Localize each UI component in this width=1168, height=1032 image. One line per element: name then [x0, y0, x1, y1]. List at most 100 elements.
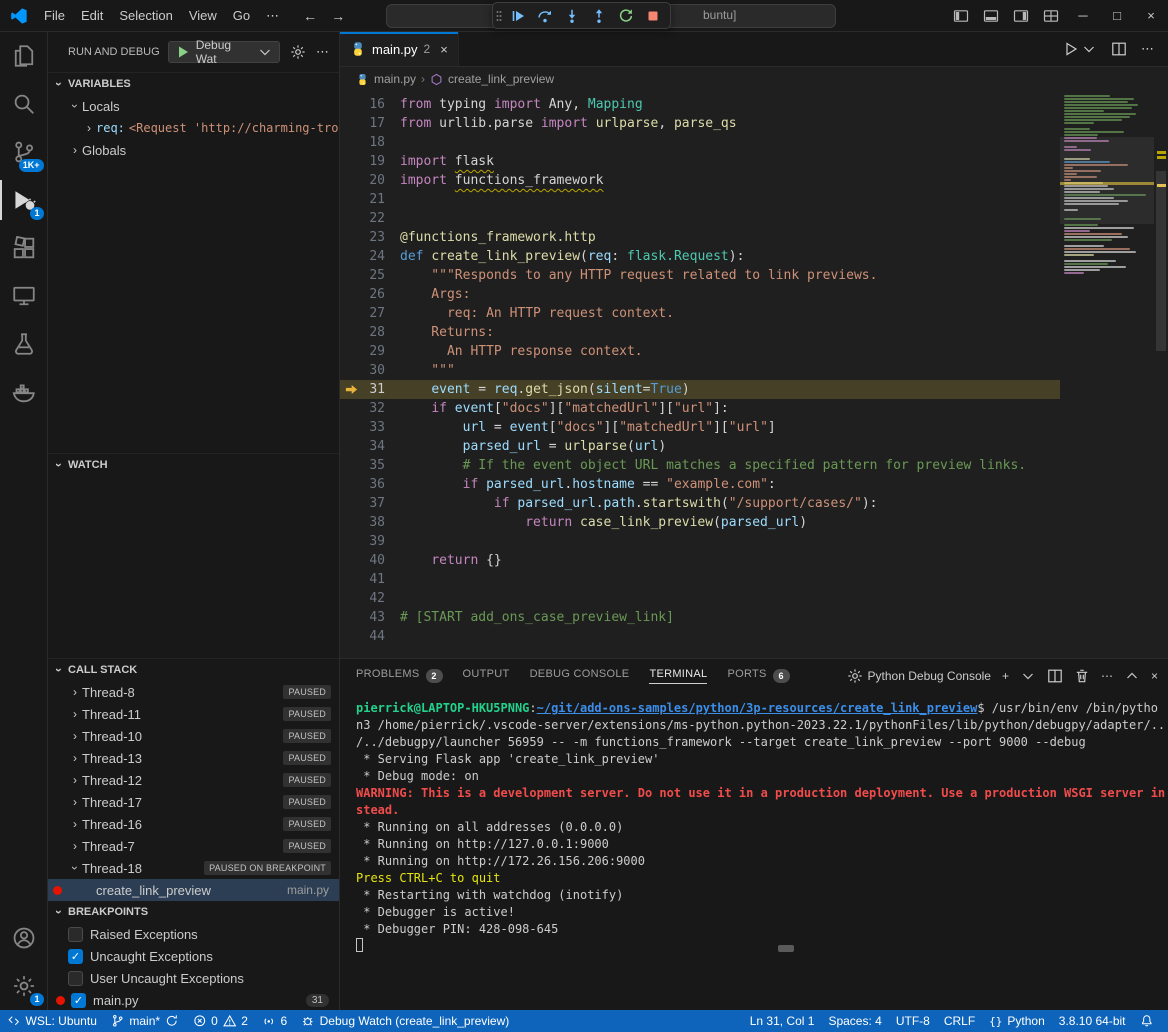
line-number[interactable]: 36	[362, 475, 400, 494]
gutter-glyph[interactable]	[340, 513, 362, 532]
variables-header[interactable]: › VARIABLES	[48, 73, 339, 95]
line-number[interactable]: 22	[362, 209, 400, 228]
line-number[interactable]: 24	[362, 247, 400, 266]
gutter-glyph[interactable]	[340, 456, 362, 475]
code-line-33[interactable]: 33 url = event["docs"]["matchedUrl"]["ur…	[340, 418, 1060, 437]
current-line-arrow-icon[interactable]	[340, 380, 362, 399]
activity-settings[interactable]: 1	[0, 962, 48, 1010]
ports-status[interactable]: 6	[255, 1010, 294, 1032]
gutter-glyph[interactable]	[340, 589, 362, 608]
variables-scope-globals[interactable]: › Globals	[48, 139, 339, 161]
activity-accounts[interactable]	[0, 914, 48, 962]
step-into-button[interactable]	[560, 4, 584, 27]
line-number[interactable]: 41	[362, 570, 400, 589]
code-line-26[interactable]: 26 Args:	[340, 285, 1060, 304]
drag-grip-icon[interactable]	[495, 8, 503, 24]
tab-main-py[interactable]: main.py 2 ×	[340, 32, 459, 66]
breadcrumb-symbol[interactable]: create_link_preview	[448, 72, 554, 86]
gutter-glyph[interactable]	[340, 114, 362, 133]
toggle-panel-icon[interactable]	[976, 0, 1006, 32]
menu-selection[interactable]: Selection	[111, 0, 180, 31]
terminal-output[interactable]: pierrick@LAPTOP-HKU5PNNG:~/git/add-ons-s…	[340, 693, 1168, 1010]
gutter-glyph[interactable]	[340, 399, 362, 418]
code-line-21[interactable]: 21	[340, 190, 1060, 209]
callstack-thread-row[interactable]: ›Thread-12PAUSED	[48, 769, 339, 791]
go-back-button[interactable]: ←	[303, 8, 317, 24]
minimap-slider[interactable]	[1060, 137, 1154, 224]
cursor-position[interactable]: Ln 31, Col 1	[743, 1010, 822, 1032]
code-line-28[interactable]: 28 Returns:	[340, 323, 1060, 342]
activity-run-and-debug[interactable]: 1	[0, 176, 48, 224]
line-number[interactable]: 23	[362, 228, 400, 247]
minimap[interactable]	[1060, 91, 1154, 658]
code-line-17[interactable]: 17from urllib.parse import urlparse, par…	[340, 114, 1060, 133]
kill-terminal-icon[interactable]	[1074, 668, 1090, 684]
call-stack-header[interactable]: › CALL STACK	[48, 659, 339, 681]
breakpoint-row[interactable]: Raised Exceptions	[48, 923, 339, 945]
breakpoint-checkbox[interactable]: ✓	[71, 993, 86, 1008]
debug-config-picker[interactable]: Debug Wat	[168, 41, 280, 63]
code-line-27[interactable]: 27 req: An HTTP request context.	[340, 304, 1060, 323]
stack-frame-row[interactable]: create_link_previewmain.py	[48, 879, 339, 901]
callstack-thread-row[interactable]: ›Thread-18PAUSED ON BREAKPOINT	[48, 857, 339, 879]
code-line-23[interactable]: 23@functions_framework.http	[340, 228, 1060, 247]
panel-tab-terminal[interactable]: TERMINAL	[649, 668, 707, 684]
gutter-glyph[interactable]	[340, 171, 362, 190]
line-number[interactable]: 16	[362, 95, 400, 114]
line-number[interactable]: 17	[362, 114, 400, 133]
line-number[interactable]: 42	[362, 589, 400, 608]
continue-button[interactable]	[506, 4, 530, 27]
panel-more-actions-icon[interactable]: ⋯	[1101, 669, 1113, 683]
breakpoint-checkbox[interactable]	[68, 971, 83, 986]
code-line-18[interactable]: 18	[340, 133, 1060, 152]
activity-testing[interactable]	[0, 320, 48, 368]
line-number[interactable]: 43	[362, 608, 400, 627]
breakpoint-row[interactable]: ✓main.py31	[48, 989, 339, 1011]
terminal-scrollbar-thumb[interactable]	[778, 945, 794, 952]
code-line-36[interactable]: 36 if parsed_url.hostname == "example.co…	[340, 475, 1060, 494]
code-line-34[interactable]: 34 parsed_url = urlparse(url)	[340, 437, 1060, 456]
line-number[interactable]: 30	[362, 361, 400, 380]
gutter-glyph[interactable]	[340, 475, 362, 494]
line-number[interactable]: 27	[362, 304, 400, 323]
code-line-42[interactable]: 42	[340, 589, 1060, 608]
line-number[interactable]: 20	[362, 171, 400, 190]
activity-source-control[interactable]: 1K+	[0, 128, 48, 176]
line-number[interactable]: 26	[362, 285, 400, 304]
step-out-button[interactable]	[587, 4, 611, 27]
gutter-glyph[interactable]	[340, 247, 362, 266]
activity-extensions[interactable]	[0, 224, 48, 272]
gutter-glyph[interactable]	[340, 532, 362, 551]
breakpoint-row[interactable]: ✓Uncaught Exceptions	[48, 945, 339, 967]
code-line-30[interactable]: 30 """	[340, 361, 1060, 380]
menu-go[interactable]: Go	[225, 0, 258, 31]
run-dropdown-icon[interactable]	[1081, 41, 1097, 57]
notifications[interactable]	[1133, 1010, 1161, 1032]
code-line-20[interactable]: 20import functions_framework	[340, 171, 1060, 190]
code-line-44[interactable]: 44	[340, 627, 1060, 646]
maximize-button[interactable]: □	[1100, 0, 1134, 32]
line-number[interactable]: 31	[362, 380, 400, 399]
terminal-instance[interactable]: Python Debug Console	[847, 668, 991, 684]
callstack-thread-row[interactable]: ›Thread-16PAUSED	[48, 813, 339, 835]
panel-tab-problems[interactable]: PROBLEMS2	[356, 668, 443, 684]
gutter-glyph[interactable]	[340, 209, 362, 228]
remote-indicator[interactable]: WSL: Ubuntu	[0, 1010, 104, 1032]
branch-status[interactable]: main*	[104, 1010, 186, 1032]
activity-search[interactable]	[0, 80, 48, 128]
more-actions-icon[interactable]: ⋯	[316, 44, 329, 60]
toggle-sidebar-icon[interactable]	[946, 0, 976, 32]
callstack-thread-row[interactable]: ›Thread-8PAUSED	[48, 681, 339, 703]
line-number[interactable]: 32	[362, 399, 400, 418]
gutter-glyph[interactable]	[340, 266, 362, 285]
panel-tab-output[interactable]: OUTPUT	[463, 668, 510, 684]
breakpoint-row[interactable]: User Uncaught Exceptions	[48, 967, 339, 989]
watch-header[interactable]: › WATCH	[48, 454, 339, 476]
gutter-glyph[interactable]	[340, 228, 362, 247]
gutter-glyph[interactable]	[340, 190, 362, 209]
split-editor-icon[interactable]	[1111, 41, 1127, 57]
activity-explorer[interactable]	[0, 32, 48, 80]
gutter-glyph[interactable]	[340, 285, 362, 304]
language-mode[interactable]: {}Python	[982, 1010, 1052, 1032]
code-line-41[interactable]: 41	[340, 570, 1060, 589]
